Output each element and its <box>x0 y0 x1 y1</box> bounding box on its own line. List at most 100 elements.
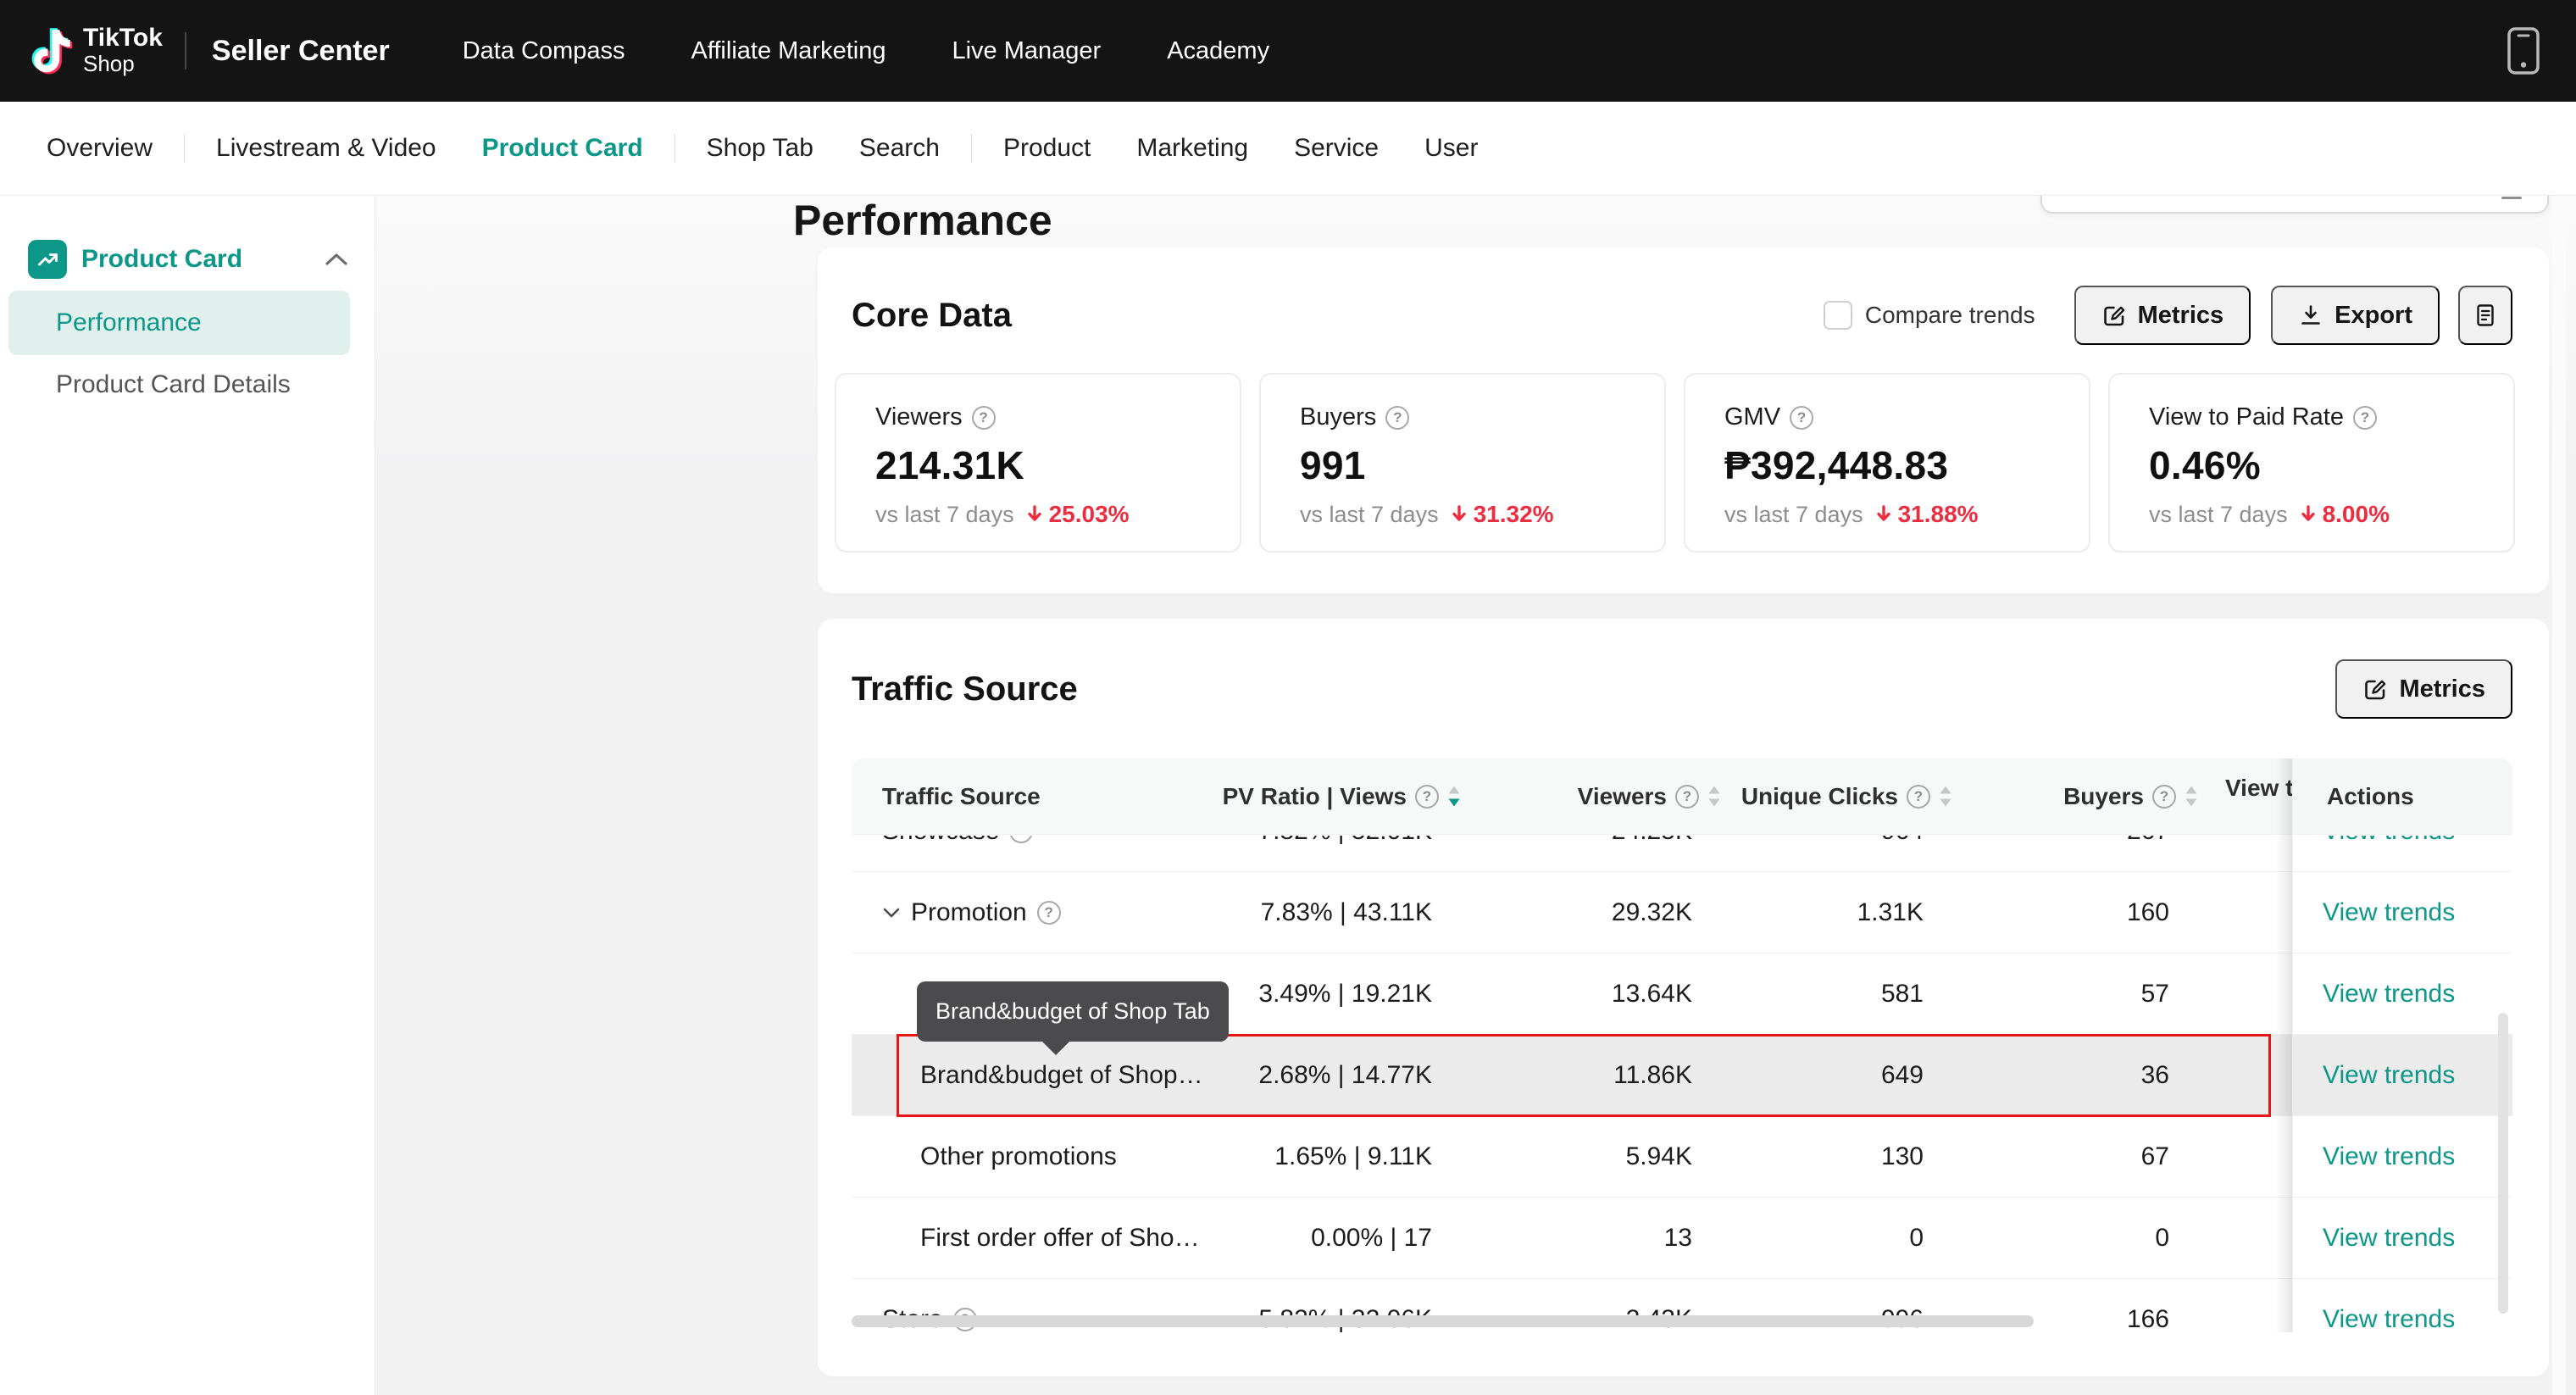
compare-period-label: vs last 7 days <box>1724 502 1863 528</box>
column-header-pv-ratio-views[interactable]: PV Ratio | Views? <box>1220 759 1466 834</box>
question-circle-icon[interactable]: ? <box>1037 901 1061 925</box>
tab-overview[interactable]: Overview <box>24 134 175 163</box>
cell-view-to-paid-rate <box>2203 836 2292 871</box>
top-nav-item-affiliate-marketing[interactable]: Affiliate Marketing <box>691 37 886 65</box>
traffic-source-name: Other promotions <box>920 1142 1117 1171</box>
traffic-source-header: Traffic Source Metrics <box>852 659 2512 719</box>
logo-line-2: Shop <box>83 51 163 76</box>
sidebar-item-label: Performance <box>56 308 202 337</box>
tab-service[interactable]: Service <box>1271 134 1402 163</box>
tab-product-card[interactable]: Product Card <box>459 134 666 163</box>
calendar-icon <box>2501 197 2522 199</box>
metrics-button[interactable]: Metrics <box>2074 286 2251 345</box>
top-nav-item-data-compass[interactable]: Data Compass <box>463 37 625 65</box>
cell-actions: View trends <box>2292 1279 2512 1332</box>
tab-shop-tab[interactable]: Shop Tab <box>684 134 836 163</box>
question-circle-icon[interactable]: ? <box>972 406 996 430</box>
question-circle-icon[interactable]: ? <box>1790 406 1813 430</box>
compare-trends-label[interactable]: Compare trends <box>1865 302 2035 329</box>
top-nav-item-seller-center[interactable]: Seller Center <box>212 35 390 68</box>
cell-actions: View trends <box>2292 836 2512 871</box>
view-trends-link[interactable]: View trends <box>2323 1305 2455 1333</box>
metric-value: ₱392,448.83 <box>1724 442 2072 488</box>
question-circle-icon[interactable]: ? <box>1675 785 1699 809</box>
view-trends-link[interactable]: View trends <box>2323 898 2455 927</box>
question-circle-icon[interactable]: ? <box>1009 836 1033 843</box>
view-trends-link[interactable]: View trends <box>2323 980 2455 1009</box>
traffic-source-table: Traffic SourcePV Ratio | Views?Viewers?U… <box>852 759 2512 1332</box>
compare-trends-checkbox[interactable] <box>1824 301 1852 330</box>
cell-pv-ratio-views: 1.65% | 9.11K <box>1220 1116 1466 1197</box>
table-row: Showcase?7.82% | 52.01K24.25K964267View … <box>852 836 2512 872</box>
column-header-buyers[interactable]: Buyers? <box>1957 759 2203 834</box>
metric-card-view-to-paid-rate: View to Paid Rate?0.46%vs last 7 days8.0… <box>2108 373 2515 553</box>
table-vertical-scrollbar[interactable] <box>2498 1013 2508 1314</box>
sort-icon[interactable] <box>1939 786 1952 807</box>
tiktok-shop-logo[interactable]: TikTok Shop <box>31 25 163 76</box>
traffic-source-title: Traffic Source <box>852 670 1078 709</box>
cell-buyers: 160 <box>1957 872 2203 953</box>
sidebar-section-product-card[interactable]: Product Card <box>28 240 349 279</box>
sidebar-item-performance[interactable]: Performance <box>8 291 350 355</box>
view-trends-link[interactable]: View trends <box>2323 1224 2455 1253</box>
metric-label: GMV <box>1724 403 1780 431</box>
cell-actions: View trends <box>2292 953 2512 1034</box>
value: 57 <box>2141 980 2169 1009</box>
chevron-up-icon[interactable] <box>324 252 349 267</box>
metric-cards: Viewers?214.31Kvs last 7 days25.03%Buyer… <box>835 373 2515 553</box>
metric-delta: 31.32% <box>1474 501 1554 528</box>
question-circle-icon[interactable]: ? <box>1415 785 1439 809</box>
sort-icon[interactable] <box>1447 786 1461 807</box>
cell-buyers: 67 <box>1957 1116 2203 1197</box>
top-nav: TikTok Shop Seller Center Data Compass Aff… <box>0 0 2576 102</box>
value: 649 <box>1881 1061 1924 1090</box>
value: 0 <box>1909 1224 1924 1253</box>
cell-pv-ratio-views: 0.00% | 17 <box>1220 1198 1466 1278</box>
column-header-actions: Actions <box>2292 759 2512 834</box>
sidebar-item-product-card-details[interactable]: Product Card Details <box>56 370 291 399</box>
traffic-metrics-button[interactable]: Metrics <box>2335 659 2512 719</box>
divider <box>971 134 972 163</box>
question-circle-icon[interactable]: ? <box>2353 406 2377 430</box>
metric-delta: 31.88% <box>1898 501 1979 528</box>
cell-viewers: 13 <box>1466 1198 1726 1278</box>
edit-metrics-icon <box>2101 303 2127 328</box>
mobile-phone-icon[interactable] <box>2505 25 2542 76</box>
view-trends-link[interactable]: View trends <box>2323 836 2455 846</box>
cell-traffic-source: First order offer of Sho… <box>852 1198 1220 1278</box>
sort-icon[interactable] <box>1707 786 1721 807</box>
question-circle-icon[interactable]: ? <box>2152 785 2176 809</box>
top-nav-item-academy[interactable]: Academy <box>1167 37 1269 65</box>
export-button[interactable]: Export <box>2271 286 2440 345</box>
value: 1.65% | 9.11K <box>1274 1142 1432 1171</box>
divider <box>184 134 185 163</box>
tab-product[interactable]: Product <box>980 134 1113 163</box>
top-nav-item-live-manager[interactable]: Live Manager <box>952 37 1101 65</box>
table-horizontal-scrollbar[interactable] <box>852 1315 2034 1327</box>
table-row: Promotion?7.83% | 43.11K29.32K1.31K160Vi… <box>852 872 2512 953</box>
column-header-unique-clicks[interactable]: Unique Clicks? <box>1726 759 1957 834</box>
tab-marketing[interactable]: Marketing <box>1113 134 1271 163</box>
metric-card-top: Buyers? <box>1300 403 1647 431</box>
core-data-card: Core Data Compare trends Metrics <box>818 247 2549 593</box>
tab-user[interactable]: User <box>1402 134 1501 163</box>
tab-livestream-video[interactable]: Livestream & Video <box>193 134 459 163</box>
page-scrollbar[interactable] <box>2552 196 2566 1395</box>
column-header-viewers[interactable]: Viewers? <box>1466 759 1726 834</box>
cell-view-to-paid-rate <box>2203 1198 2292 1278</box>
cell-pv-ratio-views: 7.83% | 43.11K <box>1220 872 1466 953</box>
cell-buyers: 57 <box>1957 953 2203 1034</box>
question-circle-icon[interactable]: ? <box>1907 785 1930 809</box>
value: 2.68% | 14.77K <box>1258 1061 1432 1090</box>
question-circle-icon[interactable]: ? <box>1385 406 1409 430</box>
view-trends-link[interactable]: View trends <box>2323 1061 2455 1090</box>
metric-card-top: GMV? <box>1724 403 2072 431</box>
value: 11.86K <box>1613 1061 1692 1090</box>
view-trends-link[interactable]: View trends <box>2323 1142 2455 1171</box>
sidebar-item-label: Product Card Details <box>56 370 291 398</box>
cell-actions: View trends <box>2292 1198 2512 1278</box>
sort-icon[interactable] <box>2185 786 2198 807</box>
tab-search[interactable]: Search <box>836 134 963 163</box>
report-button[interactable] <box>2458 286 2512 345</box>
collapse-chevron-icon[interactable] <box>882 907 901 919</box>
